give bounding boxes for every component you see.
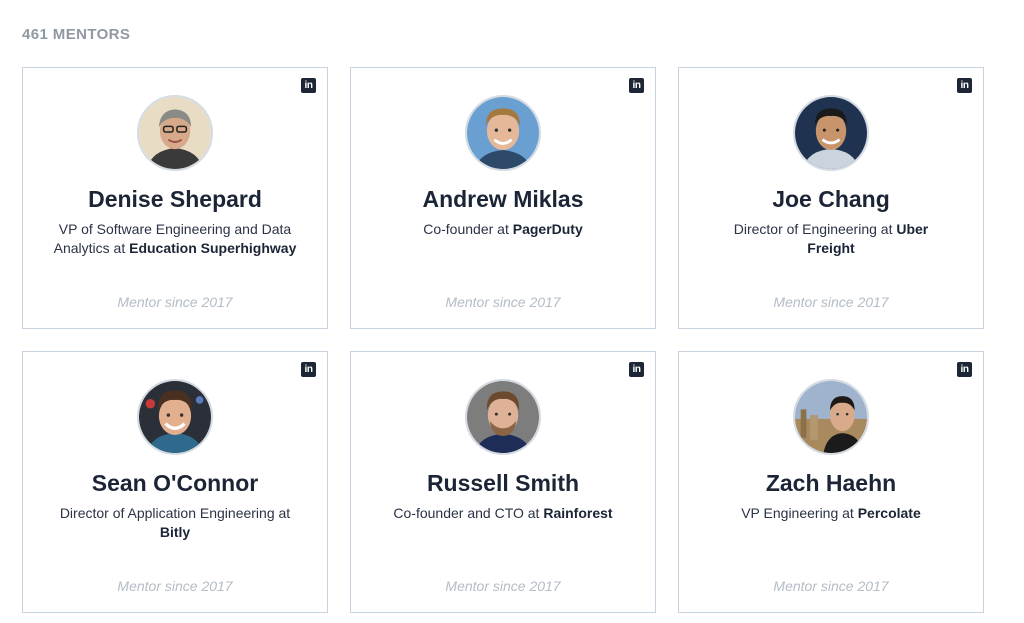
company-name: PagerDuty xyxy=(512,221,583,237)
role-title: Director of Application Engineering at xyxy=(59,505,291,521)
company-name: Rainforest xyxy=(543,505,613,521)
mentor-card[interactable]: in Sean O'Connor Director of Application… xyxy=(22,351,328,613)
avatar xyxy=(137,95,213,171)
mentor-since: Mentor since 2017 xyxy=(117,578,233,594)
mentor-role: Co-founder at PagerDuty xyxy=(381,220,625,239)
mentor-count-heading: 461 MENTORS xyxy=(22,26,131,43)
mentor-name: Sean O'Connor xyxy=(91,470,259,496)
role-title: VP Engineering at xyxy=(741,505,858,521)
company-name: Percolate xyxy=(857,505,921,521)
mentor-card[interactable]: in Russell Smith Co-founder and CTO at R… xyxy=(350,351,656,613)
mentor-name: Zach Haehn xyxy=(765,470,897,496)
mentor-role: VP Engineering at Percolate xyxy=(709,504,953,523)
mentor-since: Mentor since 2017 xyxy=(773,294,889,310)
mentor-since: Mentor since 2017 xyxy=(445,294,561,310)
mentor-since: Mentor since 2017 xyxy=(445,578,561,594)
role-title: Co-founder at xyxy=(423,221,513,237)
linkedin-icon[interactable]: in xyxy=(629,78,644,93)
mentor-name: Russell Smith xyxy=(426,470,580,496)
role-title: Co-founder and CTO at xyxy=(393,505,544,521)
mentor-role: Director of Application Engineering at B… xyxy=(53,504,297,542)
company-name: Education Superhighway xyxy=(129,240,297,256)
mentor-name: Joe Chang xyxy=(772,186,890,212)
mentor-role: Co-founder and CTO at Rainforest xyxy=(381,504,625,523)
mentor-card[interactable]: in Andrew Miklas Co-founder at PagerDuty… xyxy=(350,67,656,329)
mentor-name: Andrew Miklas xyxy=(422,186,584,212)
role-title: Director of Engineering at xyxy=(733,221,897,237)
linkedin-icon[interactable]: in xyxy=(629,362,644,377)
avatar xyxy=(465,379,541,455)
mentor-role: Director of Engineering at Uber Freight xyxy=(709,220,953,258)
linkedin-icon[interactable]: in xyxy=(301,78,316,93)
mentor-card[interactable]: in Joe Chang Director of Engineering at … xyxy=(678,67,984,329)
mentor-card[interactable]: in Denise Shepard VP of Software Enginee… xyxy=(22,67,328,329)
mentor-name: Denise Shepard xyxy=(88,186,262,212)
company-name: Bitly xyxy=(159,524,191,540)
mentor-card[interactable]: in Zach Haehn VP Engineering at Percolat… xyxy=(678,351,984,613)
mentor-role: VP of Software Engineering and Data Anal… xyxy=(53,220,297,258)
avatar xyxy=(465,95,541,171)
linkedin-icon[interactable]: in xyxy=(301,362,316,377)
avatar xyxy=(793,379,869,455)
linkedin-icon[interactable]: in xyxy=(957,78,972,93)
mentor-since: Mentor since 2017 xyxy=(773,578,889,594)
linkedin-icon[interactable]: in xyxy=(957,362,972,377)
avatar xyxy=(793,95,869,171)
avatar xyxy=(137,379,213,455)
mentor-since: Mentor since 2017 xyxy=(117,294,233,310)
